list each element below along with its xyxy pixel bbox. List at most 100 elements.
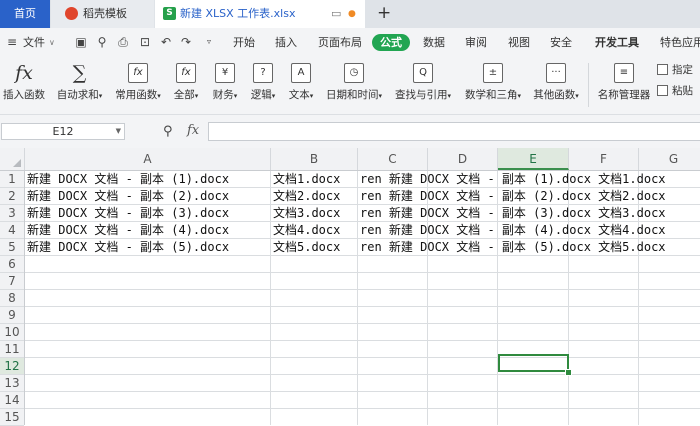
formula-bar: E12 ▼ ⚲ fx [0, 115, 700, 149]
row-header[interactable]: 11 [0, 341, 24, 358]
menu-review[interactable]: 审阅 [465, 28, 487, 57]
row-header-selected[interactable]: 12 [0, 358, 24, 375]
cell-c5[interactable]: ren 新建 DOCX 文档 - 副本 (5).docx 文档5.docx [358, 239, 666, 256]
cell-grid[interactable]: 新建 DOCX 文档 - 副本 (1).docx 文档1.docx ren 新建… [25, 171, 700, 425]
cell-a5[interactable]: 新建 DOCX 文档 - 副本 (5).docx [25, 239, 229, 256]
common-functions-button[interactable]: fx 常用函数▾ [112, 57, 164, 114]
row-header[interactable]: 2 [0, 188, 24, 205]
tab-template[interactable]: 稻壳模板 [51, 0, 154, 28]
fx-icon[interactable]: fx [187, 123, 199, 138]
gridline [25, 289, 700, 290]
tab-current-file[interactable]: S 新建 XLSX 工作表.xlsx ▭ ● [155, 0, 365, 28]
row-header[interactable]: 8 [0, 290, 24, 307]
cell-b2[interactable]: 文档2.docx [271, 188, 340, 205]
cell-b5[interactable]: 文档5.docx [271, 239, 340, 256]
menu-developer[interactable]: 开发工具 [595, 28, 639, 57]
name-box-chevron-icon[interactable]: ▼ [116, 124, 121, 139]
print-icon[interactable]: ⎙ [117, 36, 129, 48]
math-trig-button[interactable]: ± 数学和三角▾ [460, 57, 526, 114]
column-header-a[interactable]: A [25, 148, 271, 170]
formula-input[interactable] [208, 122, 700, 141]
quick-access-chevron-icon[interactable]: ▿ [203, 36, 215, 48]
gridline [25, 272, 700, 273]
more-functions-button[interactable]: ··· 其他函数▾ [529, 57, 583, 114]
menu-start[interactable]: 开始 [233, 28, 255, 57]
text-icon: A [291, 63, 311, 83]
cell-b3[interactable]: 文档3.docx [271, 205, 340, 222]
row-header[interactable]: 13 [0, 375, 24, 392]
new-tab-plus-icon[interactable]: + [377, 3, 391, 23]
row-header[interactable]: 15 [0, 409, 24, 426]
gridline [25, 306, 700, 307]
menu-view[interactable]: 视图 [508, 28, 530, 57]
menu-file-chevron-icon[interactable]: ∨ [49, 28, 55, 57]
row-header[interactable]: 14 [0, 392, 24, 409]
select-all-corner[interactable] [0, 148, 25, 170]
logic-button[interactable]: ? 逻辑▾ [246, 57, 280, 114]
menu-page-layout[interactable]: 页面布局 [318, 28, 362, 57]
zoom-search-icon[interactable]: ⚲ [163, 124, 173, 139]
name-manager-button[interactable]: ≡ 名称管理器 [595, 57, 653, 114]
paste-button[interactable]: 粘贴 [657, 82, 693, 100]
finance-button[interactable]: ¥ 财务▾ [208, 57, 242, 114]
column-header-c[interactable]: C [358, 148, 428, 170]
cell-a4[interactable]: 新建 DOCX 文档 - 副本 (4).docx [25, 222, 229, 239]
insert-function-button[interactable]: fx 插入函数 [0, 57, 48, 114]
name-manager-label: 名称管理器 [597, 89, 651, 101]
row-header[interactable]: 10 [0, 324, 24, 341]
hamburger-icon[interactable]: ≡ [6, 36, 18, 48]
cell-a3[interactable]: 新建 DOCX 文档 - 副本 (3).docx [25, 205, 229, 222]
sum-icon: ∑ [72, 62, 87, 84]
row-header[interactable]: 3 [0, 205, 24, 222]
row-header[interactable]: 1 [0, 171, 24, 188]
cell-a2[interactable]: 新建 DOCX 文档 - 副本 (2).docx [25, 188, 229, 205]
row-header[interactable]: 9 [0, 307, 24, 324]
text-functions-button[interactable]: A 文本▾ [284, 57, 318, 114]
text-functions-label: 文本▾ [288, 89, 314, 101]
fill-handle[interactable] [565, 369, 572, 376]
row-header[interactable]: 5 [0, 239, 24, 256]
gridline [25, 357, 700, 358]
undo-icon[interactable]: ↶ [160, 36, 172, 48]
cell-b4[interactable]: 文档4.docx [271, 222, 340, 239]
column-header-e[interactable]: E [498, 148, 569, 170]
row-header[interactable]: 7 [0, 273, 24, 290]
format-painter-icon[interactable]: ⚲ [96, 36, 108, 48]
window-restore-icon[interactable]: ▭ [331, 0, 341, 28]
column-header-b[interactable]: B [271, 148, 358, 170]
lookup-reference-button[interactable]: Q 查找与引用▾ [390, 57, 456, 114]
specify-button[interactable]: 指定 [657, 61, 693, 79]
menu-security[interactable]: 安全 [550, 28, 572, 57]
date-time-button[interactable]: ◷ 日期和时间▾ [322, 57, 386, 114]
unsaved-dot-icon[interactable]: ● [348, 0, 356, 28]
row-header[interactable]: 4 [0, 222, 24, 239]
more-func-icon: ··· [546, 63, 566, 83]
cell-c2[interactable]: ren 新建 DOCX 文档 - 副本 (2).docx 文档2.docx [358, 188, 666, 205]
all-functions-label: 全部▾ [173, 89, 199, 101]
autosum-button[interactable]: ∑ 自动求和▾ [52, 57, 107, 114]
print-preview-icon[interactable]: ⊡ [139, 36, 151, 48]
all-functions-button[interactable]: fx 全部▾ [170, 57, 202, 114]
column-header-d[interactable]: D [428, 148, 498, 170]
row-header[interactable]: 6 [0, 256, 24, 273]
cell-c3[interactable]: ren 新建 DOCX 文档 - 副本 (3).docx 文档3.docx [358, 205, 666, 222]
menu-insert[interactable]: 插入 [275, 28, 297, 57]
selected-cell-e12[interactable] [498, 354, 569, 372]
tab-home[interactable]: 首页 [0, 0, 50, 28]
specify-label: 指定 [672, 64, 693, 76]
gridline [25, 408, 700, 409]
save-icon[interactable]: ▣ [75, 36, 87, 48]
menu-file[interactable]: 文件 [23, 28, 45, 57]
name-box[interactable]: E12 ▼ [1, 123, 125, 140]
redo-icon[interactable]: ↷ [180, 36, 192, 48]
cell-c4[interactable]: ren 新建 DOCX 文档 - 副本 (4).docx 文档4.docx [358, 222, 666, 239]
cell-b1[interactable]: 文档1.docx [271, 171, 340, 188]
menu-data[interactable]: 数据 [423, 28, 445, 57]
column-header-g[interactable]: G [639, 148, 700, 170]
menu-special-apps[interactable]: 特色应用 [660, 28, 700, 57]
cell-a1[interactable]: 新建 DOCX 文档 - 副本 (1).docx [25, 171, 229, 188]
cell-c1[interactable]: ren 新建 DOCX 文档 - 副本 (1).docx 文档1.docx [358, 171, 666, 188]
column-header-f[interactable]: F [569, 148, 639, 170]
menu-formula[interactable]: 公式 [372, 34, 410, 51]
row-headers: 1 2 3 4 5 6 7 8 9 10 11 12 13 14 15 [0, 171, 25, 426]
